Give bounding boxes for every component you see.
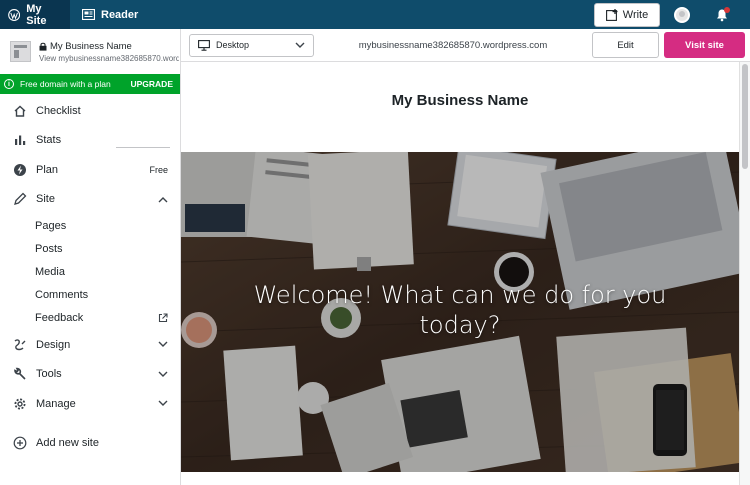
reader-label: Reader [101, 8, 139, 21]
my-site-tab[interactable]: My Site [0, 0, 70, 29]
sidebar-item-label: Tools [36, 368, 62, 381]
sidebar-subitem-posts[interactable]: Posts [0, 237, 180, 260]
chevron-down-icon [158, 371, 168, 377]
lock-icon [39, 42, 47, 51]
sidebar-subitem-comments[interactable]: Comments [0, 284, 180, 307]
preview-url: mybusinessname382685870.wordpress.com [358, 39, 548, 51]
sidebar-subitem-label: Comments [35, 289, 89, 302]
sidebar-item-label: Plan [36, 163, 59, 176]
my-site-label: My Site [26, 2, 47, 27]
preview-scroll-thumb[interactable] [742, 64, 748, 169]
masterbar: My Site Reader Write [0, 0, 750, 29]
chevron-down-icon [158, 341, 168, 348]
site-url[interactable]: View mybusinessname382685870.wordpress.c… [39, 54, 179, 63]
visit-site-button[interactable]: Visit site [664, 32, 745, 58]
upgrade-promo-text: Free domain with a plan [20, 79, 111, 89]
design-icon [12, 337, 28, 353]
sidebar-subitem-label: Pages [35, 219, 67, 232]
site-thumbnail [10, 41, 31, 62]
site-info: My Business Name View mybusinessname3826… [39, 41, 179, 63]
home-icon [12, 103, 28, 119]
external-link-icon [158, 313, 168, 323]
notification-dot [724, 6, 730, 13]
sidebar-item-label: Site [36, 193, 55, 206]
hero-heading: Welcome! What can we do for you today? [253, 281, 667, 339]
site-preview-frame: My Business Name Welcome! What can we do… [181, 62, 750, 485]
sidebar-item-label: Manage [36, 397, 76, 410]
preview-scrollbar[interactable] [739, 62, 750, 485]
write-button[interactable]: Write [594, 2, 660, 27]
nav-gap [0, 418, 180, 428]
stats-sparkline [116, 146, 170, 148]
wordpress-logo-icon [8, 8, 21, 21]
hero-section: Welcome! What can we do for you today? [181, 152, 739, 472]
chevron-down-icon [158, 400, 168, 407]
chevron-up-icon [158, 196, 168, 203]
wrench-icon [12, 366, 28, 382]
sidebar-subitem-label: Feedback [35, 312, 84, 325]
sidebar-item-plan[interactable]: Plan Free [0, 155, 180, 185]
device-selector-label: Desktop [216, 40, 250, 50]
device-selector[interactable]: Desktop [189, 33, 314, 57]
preview-toolbar: Desktop mybusinessname382685870.wordpres… [181, 29, 750, 62]
notifications-button[interactable] [712, 5, 732, 25]
sidebar-item-label: Checklist [36, 104, 81, 117]
sidebar-item-design[interactable]: Design [0, 330, 180, 360]
sidebar-nav: Checklist Stats Plan Free Site Pages Pos… [0, 94, 180, 458]
avatar[interactable] [674, 6, 690, 23]
sidebar-subitem-label: Posts [35, 242, 63, 255]
sidebar-item-checklist[interactable]: Checklist [0, 96, 180, 126]
sidebar-item-tools[interactable]: Tools [0, 359, 180, 389]
reader-icon [82, 9, 95, 20]
sidebar-item-add-new-site[interactable]: Add new site [0, 428, 180, 458]
sidebar-item-label: Stats [36, 134, 62, 147]
chevron-down-icon [295, 42, 305, 48]
sidebar-item-label: Add new site [36, 437, 99, 450]
sidebar-item-label: Design [36, 338, 71, 351]
upgrade-link[interactable]: UPGRADE [130, 79, 173, 89]
preview-site-title[interactable]: My Business Name [181, 92, 739, 109]
sidebar-subitem-media[interactable]: Media [0, 260, 180, 283]
plan-badge: Free [149, 164, 168, 175]
site-name-text: My Business Name [50, 40, 132, 52]
edit-button[interactable]: Edit [592, 32, 659, 58]
pencil-icon [12, 191, 28, 207]
sidebar-subitem-feedback[interactable]: Feedback [0, 307, 180, 330]
info-icon: i [4, 79, 14, 89]
sidebar-item-site[interactable]: Site [0, 185, 180, 215]
write-icon [605, 8, 618, 21]
gear-icon [12, 396, 28, 412]
bar-chart-icon [12, 132, 28, 148]
plus-circle-icon [12, 435, 28, 451]
monitor-icon [198, 39, 210, 51]
reader-tab[interactable]: Reader [70, 0, 148, 29]
write-label: Write [622, 8, 649, 21]
site-name: My Business Name [39, 41, 179, 52]
current-site-card[interactable]: My Business Name View mybusinessname3826… [0, 29, 180, 74]
sidebar-subitem-label: Media [35, 265, 65, 278]
sidebar-subitem-pages[interactable]: Pages [0, 214, 180, 237]
plan-icon [12, 162, 28, 178]
sidebar-item-stats[interactable]: Stats [0, 126, 180, 156]
upgrade-nudge[interactable]: i Free domain with a plan UPGRADE [0, 74, 180, 94]
sidebar: My Business Name View mybusinessname3826… [0, 29, 181, 485]
sidebar-item-manage[interactable]: Manage [0, 389, 180, 419]
